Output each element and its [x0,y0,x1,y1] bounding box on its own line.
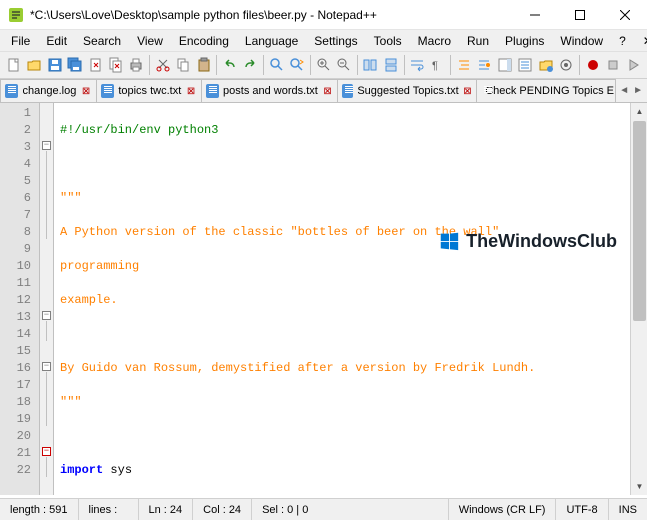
status-encoding: UTF-8 [556,499,608,520]
menubar: File Edit Search View Encoding Language … [0,30,647,51]
cut-icon[interactable] [153,54,172,76]
tab-posts-words[interactable]: posts and words.txt⊠ [201,79,338,102]
tab-suggested-topics[interactable]: Suggested Topics.txt⊠ [337,79,477,102]
statusbar: length : 591 lines : Ln : 24 Col : 24 Se… [0,498,647,520]
menu-help[interactable]: ? [612,32,633,50]
fold-toggle-icon[interactable]: − [42,311,51,320]
status-ins: INS [609,499,647,520]
save-all-icon[interactable] [65,54,84,76]
close-all-icon[interactable] [106,54,125,76]
tab-close-icon[interactable]: ⊠ [80,85,92,97]
open-file-icon[interactable] [24,54,43,76]
menu-macro[interactable]: Macro [411,32,458,50]
maximize-button[interactable] [557,0,602,29]
menu-language[interactable]: Language [238,32,305,50]
close-file-icon[interactable] [86,54,105,76]
minimize-button[interactable] [512,0,557,29]
svg-text:¶: ¶ [432,60,438,72]
menu-tools[interactable]: Tools [367,32,409,50]
new-file-icon[interactable] [4,54,23,76]
find-icon[interactable] [267,54,286,76]
scrollbar-thumb[interactable] [633,121,646,321]
redo-icon[interactable] [241,54,260,76]
save-icon[interactable] [45,54,64,76]
menu-settings[interactable]: Settings [307,32,364,50]
menu-plugins[interactable]: Plugins [498,32,551,50]
sync-v-icon[interactable] [361,54,380,76]
file-icon [342,84,353,98]
tab-close-icon[interactable]: ⊠ [322,85,333,97]
tab-topics-twc[interactable]: topics twc.txt⊠ [96,79,202,102]
tab-change-log[interactable]: change.log⊠ [0,79,97,102]
zoom-in-icon[interactable] [314,54,333,76]
play-macro-icon[interactable] [624,54,643,76]
func-list-icon[interactable] [516,54,535,76]
titlebar: *C:\Users\Love\Desktop\sample python fil… [0,0,647,30]
record-macro-icon[interactable] [583,54,602,76]
menu-file[interactable]: File [4,32,37,50]
undo-icon[interactable] [220,54,239,76]
menu-search[interactable]: Search [76,32,128,50]
folder-workspace-icon[interactable] [536,54,555,76]
tabbar: change.log⊠ topics twc.txt⊠ posts and wo… [0,79,647,103]
vertical-scrollbar[interactable]: ▲ ▼ [630,103,647,495]
menu-edit[interactable]: Edit [39,32,74,50]
toolbar: ¶ [0,51,647,79]
doc-map-icon[interactable] [495,54,514,76]
tab-close-icon[interactable]: ⊠ [185,85,197,97]
status-col: Col : 24 [193,499,252,520]
code-area[interactable]: #!/usr/bin/env python3 """ A Python vers… [54,103,647,495]
sync-h-icon[interactable] [381,54,400,76]
show-all-chars-icon[interactable]: ¶ [428,54,447,76]
line-number-gutter: 12345678910111213141516171819202122 [0,103,40,495]
scroll-down-icon[interactable]: ▼ [631,478,647,495]
tab-pending-topics[interactable]: Check PENDING Topics E [476,79,616,102]
scroll-up-icon[interactable]: ▲ [631,103,647,120]
indent-guide-icon[interactable] [454,54,473,76]
app-icon [8,7,24,23]
print-icon[interactable] [127,54,146,76]
status-sel: Sel : 0 | 0 [252,499,449,520]
tab-scroll-left-icon[interactable]: ◄ [619,85,629,96]
close-doc-icon[interactable]: ✕ [635,34,647,48]
wordwrap-icon[interactable] [407,54,426,76]
user-lang-icon[interactable] [475,54,494,76]
zoom-out-icon[interactable] [334,54,353,76]
editor[interactable]: 12345678910111213141516171819202122 − − … [0,103,647,495]
status-ln: Ln : 24 [139,499,194,520]
window-title: *C:\Users\Love\Desktop\sample python fil… [30,8,512,22]
tab-scroll-right-icon[interactable]: ► [633,85,643,96]
fold-gutter[interactable]: − − − − [40,103,54,495]
file-icon [206,84,219,98]
file-icon [5,84,18,98]
status-eol: Windows (CR LF) [449,499,557,520]
status-lines: lines : [79,499,139,520]
menu-encoding[interactable]: Encoding [172,32,236,50]
stop-macro-icon[interactable] [603,54,622,76]
menu-view[interactable]: View [130,32,170,50]
paste-icon[interactable] [194,54,213,76]
fold-toggle-icon[interactable]: − [42,447,51,456]
menu-run[interactable]: Run [460,32,496,50]
menu-window[interactable]: Window [553,32,610,50]
file-icon [101,84,114,98]
status-length: length : 591 [0,499,79,520]
copy-icon[interactable] [174,54,193,76]
replace-icon[interactable] [288,54,307,76]
monitoring-icon[interactable] [556,54,575,76]
fold-toggle-icon[interactable]: − [42,362,51,371]
close-button[interactable] [602,0,647,29]
tab-close-icon[interactable]: ⊠ [463,85,473,97]
fold-toggle-icon[interactable]: − [42,141,51,150]
